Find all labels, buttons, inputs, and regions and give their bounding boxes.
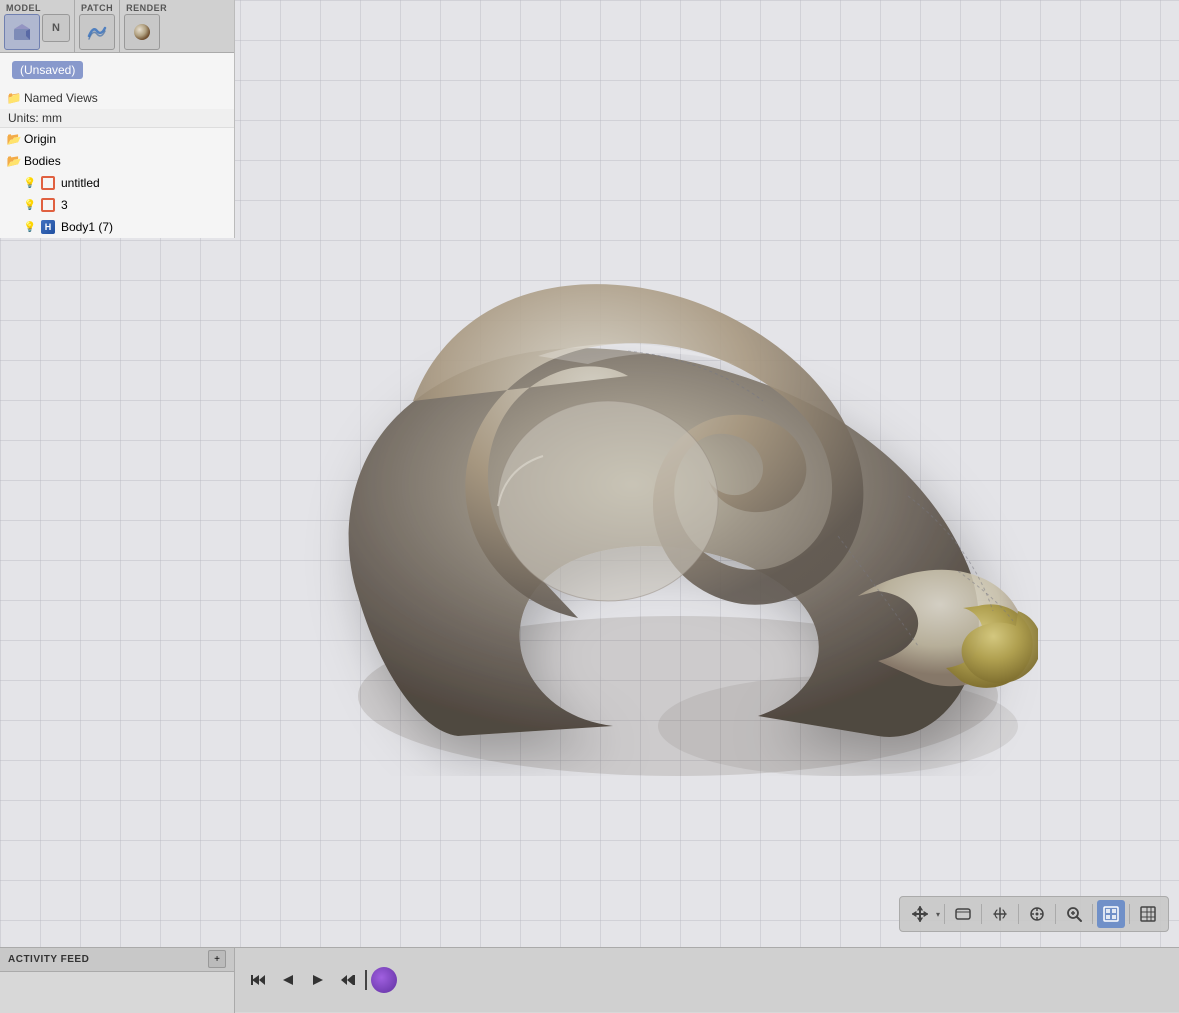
patch-mode-label: PATCH xyxy=(79,2,115,14)
render-mode-button[interactable] xyxy=(124,14,160,50)
model-icon-row: N xyxy=(4,14,70,50)
units-row: Units: mm xyxy=(0,109,234,128)
unsaved-container: (Unsaved) xyxy=(0,53,234,87)
zoom-button[interactable] xyxy=(1060,900,1088,928)
bodies-tree-item[interactable]: 📂 Bodies xyxy=(0,150,234,172)
globe-button[interactable] xyxy=(371,967,397,993)
activity-feed-section: ACTIVITY FEED + xyxy=(0,948,235,1013)
toolbar-separator-4 xyxy=(1055,904,1056,924)
prev-start-icon xyxy=(250,972,266,988)
bottom-bar: ACTIVITY FEED + xyxy=(0,947,1179,1012)
move-tool-dropdown-arrow[interactable]: ▾ xyxy=(936,910,940,919)
main-viewport[interactable]: MODEL N PATCH xyxy=(0,0,1179,1012)
expand-icon: + xyxy=(214,954,220,965)
display-icon xyxy=(1102,905,1120,923)
activity-feed-header: ACTIVITY FEED + xyxy=(0,948,234,972)
render-icon xyxy=(131,21,153,43)
left-panel: MODEL N PATCH xyxy=(0,0,235,238)
grid-icon xyxy=(1139,905,1157,923)
toolbar-separator-5 xyxy=(1092,904,1093,924)
timeline-marker xyxy=(365,970,367,990)
patch-icon-row xyxy=(79,14,115,50)
tree-panel: (Unsaved) 📁 Named Views Units: mm 📂 Orig… xyxy=(0,53,234,238)
component2-label: 3 xyxy=(61,198,68,212)
zoom-target-icon xyxy=(1028,905,1046,923)
activity-feed-expand-button[interactable]: + xyxy=(208,950,226,968)
move-tool-button[interactable] xyxy=(906,900,934,928)
model-mode-button[interactable] xyxy=(4,14,40,50)
component1-label: untitled xyxy=(61,176,100,190)
activity-feed-label: ACTIVITY FEED xyxy=(8,954,89,965)
eye-icon-2: 💡 xyxy=(22,197,38,213)
bodies-label: Bodies xyxy=(24,154,61,168)
orbit-icon xyxy=(954,905,972,923)
render-mode-section: RENDER xyxy=(120,0,173,52)
toolbar-separator-2 xyxy=(981,904,982,924)
next-end-button[interactable] xyxy=(335,967,361,993)
model-mode-label: MODEL xyxy=(4,2,70,14)
pan-icon xyxy=(991,905,1009,923)
next-button[interactable] xyxy=(305,967,331,993)
patch-icon xyxy=(86,21,108,43)
display-mode-button[interactable] xyxy=(1097,900,1125,928)
body1-tree-item[interactable]: 💡 H Body1 (7) xyxy=(0,216,234,238)
body1-label: Body1 (7) xyxy=(61,220,113,234)
prev-button[interactable] xyxy=(275,967,301,993)
pan-tool-button[interactable] xyxy=(986,900,1014,928)
unsaved-badge[interactable]: (Unsaved) xyxy=(12,61,83,79)
viewport-toolbar: ▾ xyxy=(899,896,1169,932)
move-icon xyxy=(911,905,929,923)
named-views-label: Named Views xyxy=(24,91,98,105)
component2-tree-item[interactable]: 💡 3 xyxy=(0,194,234,216)
eye-icon-1: 💡 xyxy=(22,175,38,191)
mesh-icon-2 xyxy=(40,197,56,213)
named-views-folder-icon: 📁 xyxy=(6,90,22,106)
units-label: Units: mm xyxy=(8,111,62,125)
bodies-folder-icon: 📂 xyxy=(6,153,22,169)
mesh-icon-1 xyxy=(40,175,56,191)
zoom-target-button[interactable] xyxy=(1023,900,1051,928)
3d-model xyxy=(258,206,1038,806)
model-icon xyxy=(11,21,33,43)
origin-tree-item[interactable]: 📂 Origin xyxy=(0,128,234,150)
activity-feed-content xyxy=(0,972,234,1013)
origin-label: Origin xyxy=(24,132,56,146)
body-h-icon: H xyxy=(40,219,56,235)
eye-icon-3: 💡 xyxy=(22,219,38,235)
next-icon xyxy=(311,973,325,987)
next-end-icon xyxy=(340,972,356,988)
toolbar-separator-6 xyxy=(1129,904,1130,924)
origin-folder-icon: 📂 xyxy=(6,131,22,147)
model-mode-section: MODEL N xyxy=(0,0,75,52)
orbit-tool-button[interactable] xyxy=(949,900,977,928)
render-icon-row xyxy=(124,14,169,50)
transport-controls xyxy=(235,948,407,1013)
component1-tree-item[interactable]: 💡 untitled xyxy=(0,172,234,194)
render-mode-label: RENDER xyxy=(124,2,169,14)
named-views-row[interactable]: 📁 Named Views xyxy=(0,87,234,109)
patch-mode-button[interactable] xyxy=(79,14,115,50)
mode-buttons-bar: MODEL N PATCH xyxy=(0,0,234,53)
patch-mode-section: PATCH xyxy=(75,0,120,52)
zoom-icon xyxy=(1065,905,1083,923)
toolbar-separator-3 xyxy=(1018,904,1019,924)
prev-icon xyxy=(281,973,295,987)
toolbar-separator-1 xyxy=(944,904,945,924)
grid-display-button[interactable] xyxy=(1134,900,1162,928)
prev-start-button[interactable] xyxy=(245,967,271,993)
n-button[interactable]: N xyxy=(42,14,70,42)
